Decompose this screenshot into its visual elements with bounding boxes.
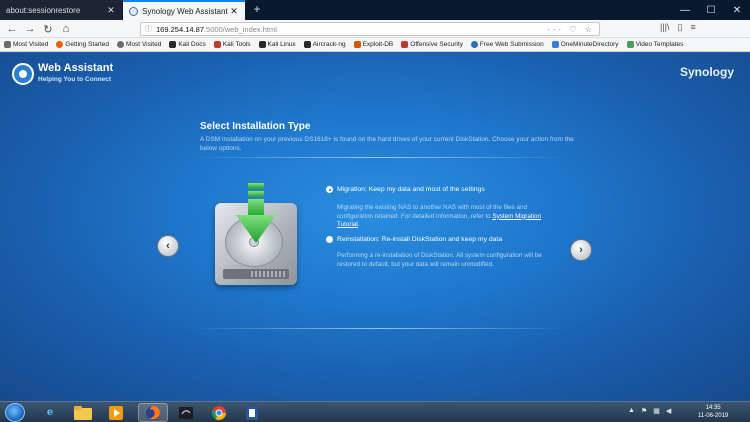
- option-migration[interactable]: Migration: Keep my data and most of the …: [326, 186, 485, 193]
- new-tab-button[interactable]: +: [250, 2, 264, 16]
- directory-icon: [551, 41, 559, 48]
- clock-date: 11-06-2019: [698, 413, 729, 419]
- divider: [190, 328, 570, 329]
- kali-tools-icon: [213, 41, 221, 48]
- previous-button[interactable]: ‹: [157, 235, 179, 257]
- kali-terminal-icon[interactable]: [171, 403, 201, 422]
- volume-icon[interactable]: ◀: [666, 407, 671, 415]
- app-title: Web Assistant: [38, 62, 114, 74]
- bookmark-item[interactable]: Aircrack-ng: [303, 41, 346, 48]
- menu-icon[interactable]: ≡: [690, 22, 695, 33]
- system-tray: ▲ ⚑ ▦ ◀: [628, 407, 671, 415]
- bookmarks-bar: Most Visited Getting Started Most Visite…: [0, 38, 750, 52]
- info-icon[interactable]: ⓘ: [145, 24, 152, 34]
- internet-explorer-icon[interactable]: e: [35, 403, 65, 422]
- divider: [190, 157, 570, 158]
- url-host: 169.254.14.87: [156, 24, 204, 34]
- taskbar: e ▲ ⚑ ▦ ◀ 14:35 11-06-2019: [0, 401, 750, 422]
- toolbar-right: |||\ ▯ ≡: [660, 22, 696, 33]
- sidebar-icon[interactable]: ▯: [678, 22, 683, 33]
- close-tab-icon[interactable]: ✕: [106, 5, 116, 16]
- bookmark-item[interactable]: Kali Tools: [213, 41, 251, 48]
- bookmark-item[interactable]: Most Visited: [117, 41, 161, 48]
- kali-dragon-icon: [169, 41, 177, 48]
- navigation-bar: ← → ↻ ⌂ ⓘ 169.254.14.87:5000/web_index.h…: [0, 20, 750, 38]
- web-assistant-logo-icon: [12, 63, 34, 85]
- maximize-button[interactable]: ☐: [698, 0, 724, 20]
- start-button[interactable]: [5, 403, 25, 422]
- reload-icon: ↻: [43, 23, 53, 36]
- kali-dragon-icon: [258, 41, 266, 48]
- word-icon[interactable]: [237, 403, 267, 422]
- tab-synology-web-assistant[interactable]: Synology Web Assistant ✕: [123, 0, 245, 20]
- media-player-icon[interactable]: [101, 403, 131, 422]
- bookmark-item[interactable]: Video Templates: [626, 41, 683, 48]
- tab-session-restore[interactable]: about:sessionrestore ✕: [0, 0, 122, 20]
- bookmark-item[interactable]: OneMinuteDirectory: [551, 41, 619, 48]
- firefox-icon: [56, 41, 64, 48]
- bookmark-item[interactable]: Kali Docs: [169, 41, 206, 48]
- firefox-icon[interactable]: [138, 403, 168, 422]
- chrome-icon[interactable]: [204, 403, 234, 422]
- download-arrow-icon: [236, 183, 276, 243]
- forward-arrow-icon: →: [24, 23, 36, 35]
- url-path: :5000/web_index.html: [203, 24, 277, 34]
- address-bar[interactable]: ⓘ 169.254.14.87:5000/web_index.html ··· …: [140, 22, 600, 36]
- bookmark-item[interactable]: Kali Linux: [258, 41, 296, 48]
- bookmark-item[interactable]: Getting Started: [56, 41, 109, 48]
- radio-migration[interactable]: [326, 186, 333, 193]
- minimize-button[interactable]: —: [672, 0, 698, 20]
- video-icon: [626, 41, 634, 48]
- home-button[interactable]: ⌂: [58, 21, 74, 37]
- clock-time: 14:35: [705, 405, 721, 411]
- web-assistant-page: Web Assistant Helping You to Connect Syn…: [0, 53, 750, 401]
- app-subtitle: Helping You to Connect: [38, 76, 112, 83]
- close-tab-icon[interactable]: ✕: [229, 6, 239, 17]
- taskbar-clock[interactable]: 14:35 11-06-2019: [698, 404, 728, 420]
- chevron-left-icon: ‹: [166, 240, 170, 252]
- forward-button[interactable]: →: [22, 21, 38, 37]
- page-actions-icon[interactable]: ··· ♡ ☆: [547, 25, 595, 34]
- page-description: A DSM installation on your previous DS16…: [200, 136, 574, 152]
- home-icon: ⌂: [62, 23, 70, 35]
- synology-favicon-icon: [129, 6, 138, 16]
- plus-icon: +: [253, 2, 261, 16]
- bookmark-item[interactable]: Free Web Submission: [470, 41, 544, 48]
- back-button[interactable]: ←: [4, 21, 20, 37]
- bookmark-item[interactable]: Exploit-DB: [353, 41, 393, 48]
- library-icon[interactable]: |||\: [660, 22, 670, 33]
- option-label: Migration: Keep my data and most of the …: [337, 186, 485, 193]
- exploit-db-icon: [353, 41, 361, 48]
- page-title: Select Installation Type: [200, 121, 311, 132]
- option-reinstallation[interactable]: Reinstallation: Re-install DiskStation a…: [326, 236, 502, 243]
- chevron-right-icon: ›: [579, 244, 583, 256]
- aircrack-icon: [303, 41, 311, 48]
- bookmark-item[interactable]: Most Visited: [4, 41, 48, 48]
- reload-button[interactable]: ↻: [40, 21, 56, 37]
- flag-icon[interactable]: ⚑: [641, 407, 647, 415]
- next-button[interactable]: ›: [570, 239, 592, 261]
- tab-title: Synology Web Assistant: [142, 6, 228, 16]
- option-migration-description: Migrating the existing NAS to another NA…: [337, 204, 542, 228]
- tab-title: about:sessionrestore: [6, 5, 81, 15]
- bookmark-icon: [4, 41, 11, 48]
- show-hidden-icons-icon[interactable]: ▲: [628, 407, 635, 415]
- tab-strip: about:sessionrestore ✕ Synology Web Assi…: [0, 0, 750, 20]
- option-reinstallation-description: Performing a re-installation of DiskStat…: [337, 252, 542, 268]
- window-close-button[interactable]: ✕: [724, 0, 750, 20]
- network-icon[interactable]: ▦: [653, 407, 660, 415]
- file-explorer-icon[interactable]: [68, 403, 98, 422]
- radio-reinstallation[interactable]: [326, 236, 333, 243]
- back-arrow-icon: ←: [6, 23, 18, 35]
- globe-icon: [470, 41, 478, 48]
- gear-icon: [117, 41, 125, 48]
- bookmark-item[interactable]: Offensive Security: [401, 41, 463, 48]
- offsec-icon: [401, 41, 409, 48]
- synology-logo: Synology: [680, 65, 735, 79]
- option-label: Reinstallation: Re-install DiskStation a…: [337, 236, 503, 243]
